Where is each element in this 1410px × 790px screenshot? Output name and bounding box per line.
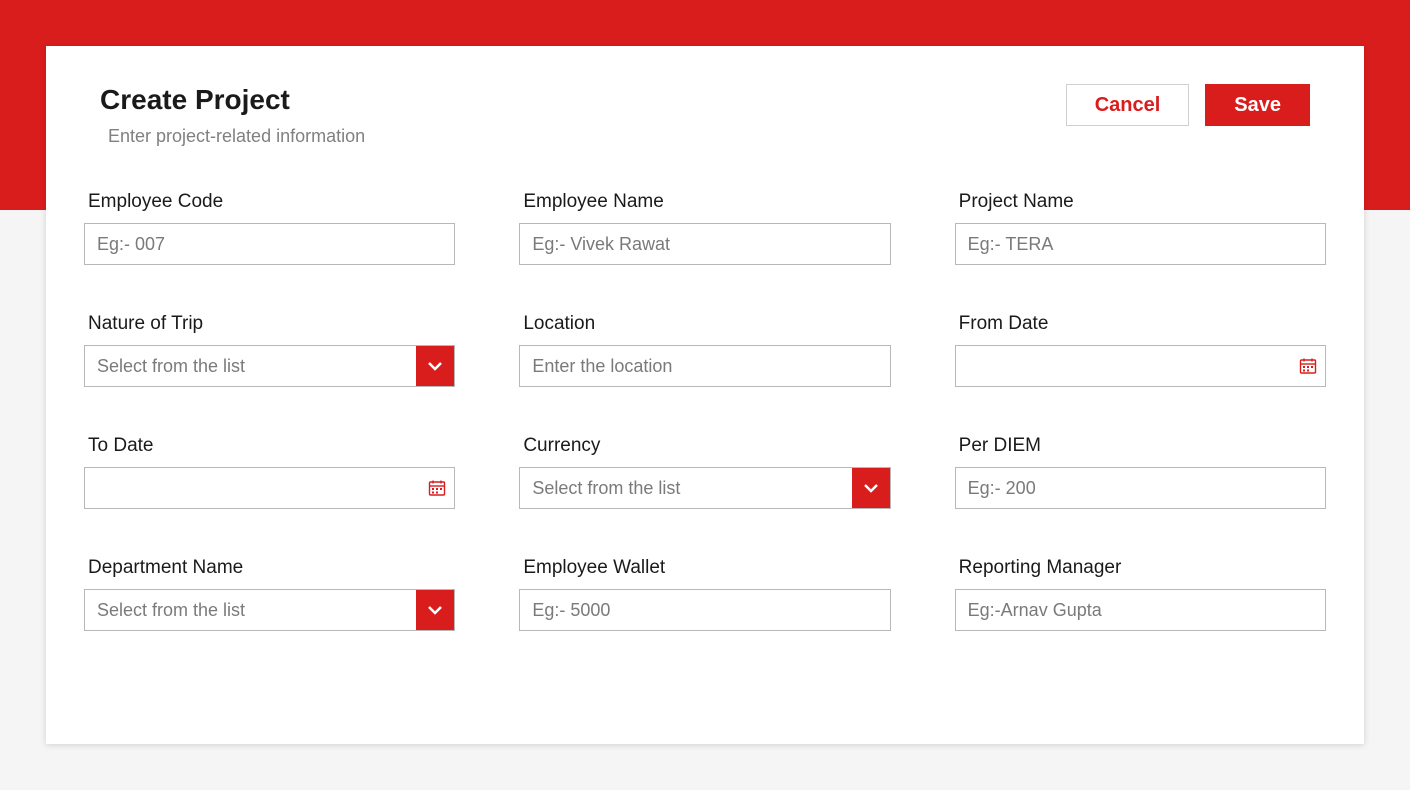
title-block: Create Project Enter project-related inf… — [100, 84, 365, 147]
field-employee-wallet: Employee Wallet — [519, 557, 890, 631]
label-from-date: From Date — [959, 313, 1326, 335]
create-project-card: Create Project Enter project-related inf… — [46, 46, 1364, 744]
nature-of-trip-select[interactable] — [85, 346, 416, 386]
from-date-input[interactable] — [956, 346, 1291, 386]
form-grid: Employee Code Employee Name Project Name… — [46, 147, 1364, 671]
from-date-picker-button[interactable] — [1291, 346, 1325, 386]
field-employee-name: Employee Name — [519, 191, 890, 265]
field-location: Location — [519, 313, 890, 387]
header-row: Create Project Enter project-related inf… — [46, 46, 1364, 147]
reporting-manager-input[interactable] — [956, 590, 1325, 630]
save-button[interactable]: Save — [1205, 84, 1310, 126]
field-project-name: Project Name — [955, 191, 1326, 265]
location-input[interactable] — [520, 346, 889, 386]
label-employee-wallet: Employee Wallet — [523, 557, 890, 579]
employee-wallet-input[interactable] — [520, 590, 889, 630]
page-title: Create Project — [100, 84, 365, 116]
control-nature-of-trip — [84, 345, 455, 387]
control-currency — [519, 467, 890, 509]
label-to-date: To Date — [88, 435, 455, 457]
control-location — [519, 345, 890, 387]
control-employee-wallet — [519, 589, 890, 631]
to-date-picker-button[interactable] — [420, 468, 454, 508]
label-per-diem: Per DIEM — [959, 435, 1326, 457]
field-department-name: Department Name — [84, 557, 455, 631]
field-currency: Currency — [519, 435, 890, 509]
control-employee-name — [519, 223, 890, 265]
employee-code-input[interactable] — [85, 224, 454, 264]
chevron-down-icon — [863, 480, 879, 496]
field-to-date: To Date — [84, 435, 455, 509]
project-name-input[interactable] — [956, 224, 1325, 264]
calendar-icon — [1299, 357, 1317, 375]
label-employee-name: Employee Name — [523, 191, 890, 213]
calendar-icon — [428, 479, 446, 497]
header-actions: Cancel Save — [1066, 84, 1310, 126]
label-location: Location — [523, 313, 890, 335]
field-employee-code: Employee Code — [84, 191, 455, 265]
label-department-name: Department Name — [88, 557, 455, 579]
control-from-date — [955, 345, 1326, 387]
department-name-select[interactable] — [85, 590, 416, 630]
control-department-name — [84, 589, 455, 631]
label-currency: Currency — [523, 435, 890, 457]
nature-of-trip-dropdown-button[interactable] — [416, 346, 454, 386]
department-name-dropdown-button[interactable] — [416, 590, 454, 630]
employee-name-input[interactable] — [520, 224, 889, 264]
control-project-name — [955, 223, 1326, 265]
chevron-down-icon — [427, 602, 443, 618]
control-per-diem — [955, 467, 1326, 509]
to-date-input[interactable] — [85, 468, 420, 508]
field-per-diem: Per DIEM — [955, 435, 1326, 509]
label-project-name: Project Name — [959, 191, 1326, 213]
label-reporting-manager: Reporting Manager — [959, 557, 1326, 579]
control-to-date — [84, 467, 455, 509]
control-employee-code — [84, 223, 455, 265]
currency-select[interactable] — [520, 468, 851, 508]
chevron-down-icon — [427, 358, 443, 374]
label-nature-of-trip: Nature of Trip — [88, 313, 455, 335]
field-nature-of-trip: Nature of Trip — [84, 313, 455, 387]
label-employee-code: Employee Code — [88, 191, 455, 213]
per-diem-input[interactable] — [956, 468, 1325, 508]
page-subtitle: Enter project-related information — [108, 126, 365, 147]
cancel-button[interactable]: Cancel — [1066, 84, 1190, 126]
field-reporting-manager: Reporting Manager — [955, 557, 1326, 631]
field-from-date: From Date — [955, 313, 1326, 387]
currency-dropdown-button[interactable] — [852, 468, 890, 508]
control-reporting-manager — [955, 589, 1326, 631]
